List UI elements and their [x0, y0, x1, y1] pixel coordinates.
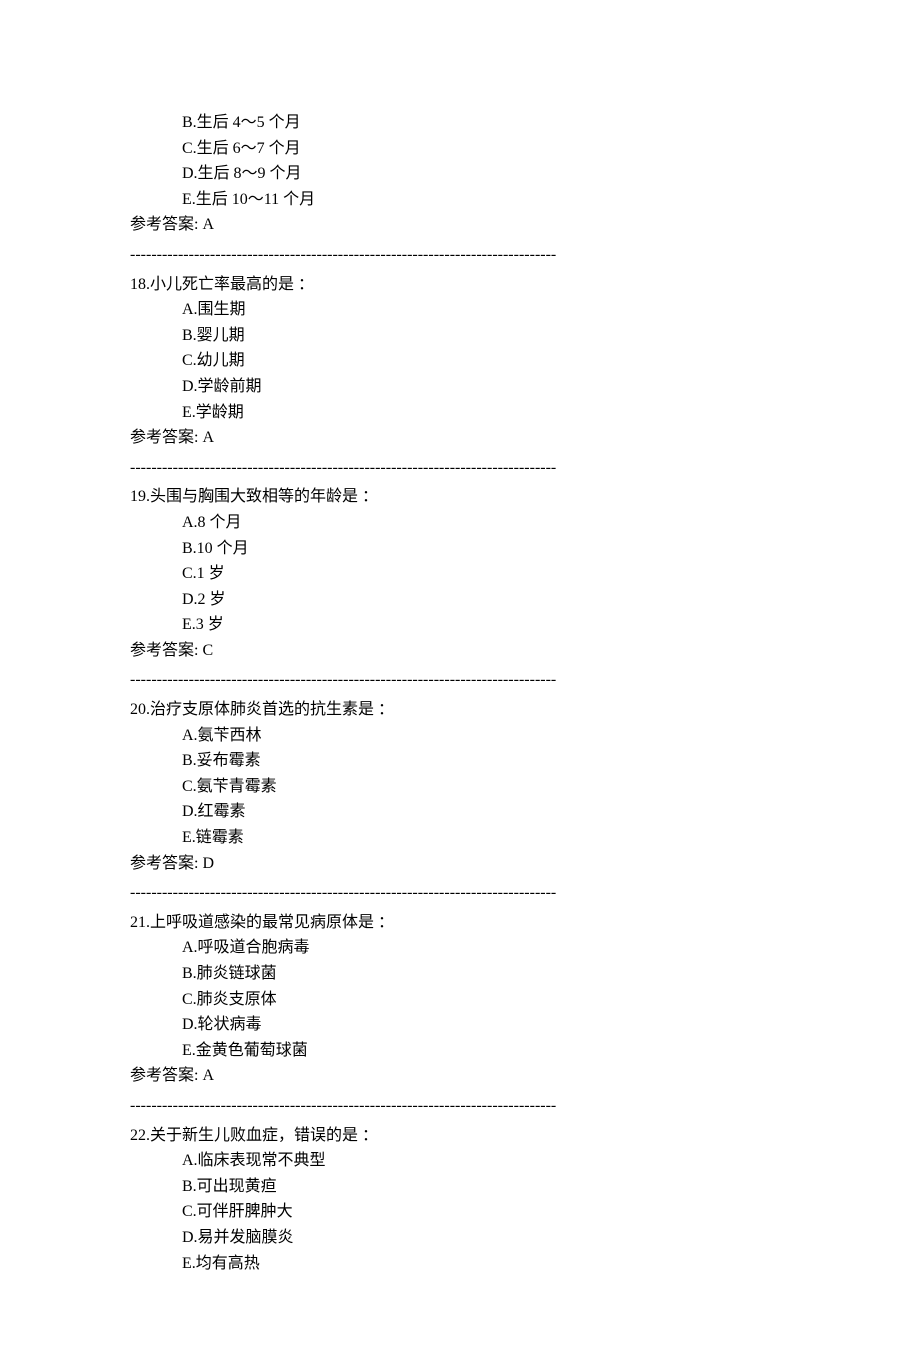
option: C.生后 6～7 个月 [182, 136, 790, 162]
divider: ----------------------------------------… [130, 667, 790, 693]
answer-label: 参考答案: [130, 429, 202, 446]
option: D.轮状病毒 [182, 1012, 790, 1038]
answer-line: 参考答案: D [130, 851, 790, 877]
answer-value: A [202, 216, 214, 233]
option: E.学龄期 [182, 400, 790, 426]
answer-label: 参考答案: [130, 216, 202, 233]
answer-line: 参考答案: A [130, 425, 790, 451]
answer-line: 参考答案: A [130, 1063, 790, 1089]
option: A.氨苄西林 [182, 723, 790, 749]
answer-label: 参考答案: [130, 1067, 202, 1084]
option: C.肺炎支原体 [182, 987, 790, 1013]
option: A.呼吸道合胞病毒 [182, 935, 790, 961]
question-20: 20.治疗支原体肺炎首选的抗生素是 ： [130, 697, 790, 723]
answer-label: 参考答案: [130, 642, 202, 659]
option: E.3 岁 [182, 612, 790, 638]
option: D.生后 8～9 个月 [182, 161, 790, 187]
option: B.10 个月 [182, 536, 790, 562]
option: B.可出现黄疸 [182, 1174, 790, 1200]
option: D.2 岁 [182, 587, 790, 613]
option: E.均有高热 [182, 1251, 790, 1277]
answer-value: C [202, 642, 213, 659]
option: B.妥布霉素 [182, 748, 790, 774]
option: A.临床表现常不典型 [182, 1148, 790, 1174]
answer-label: 参考答案: [130, 855, 202, 872]
divider: ----------------------------------------… [130, 242, 790, 268]
option: B.婴儿期 [182, 323, 790, 349]
option: A.围生期 [182, 297, 790, 323]
option: B.肺炎链球菌 [182, 961, 790, 987]
option: E.链霉素 [182, 825, 790, 851]
option: D.红霉素 [182, 799, 790, 825]
answer-line: 参考答案: A [130, 212, 790, 238]
option: D.易并发脑膜炎 [182, 1225, 790, 1251]
question-18: 18.小儿死亡率最高的是 ： [130, 272, 790, 298]
option: C.1 岁 [182, 561, 790, 587]
page: B.生后 4～5 个月 C.生后 6～7 个月 D.生后 8～9 个月 E.生后… [0, 0, 920, 1356]
answer-value: D [202, 855, 214, 872]
option: C.幼儿期 [182, 348, 790, 374]
option: E.金黄色葡萄球菌 [182, 1038, 790, 1064]
option: C.可伴肝脾肿大 [182, 1199, 790, 1225]
option: B.生后 4～5 个月 [182, 110, 790, 136]
divider: ----------------------------------------… [130, 455, 790, 481]
question-22: 22.关于新生儿败血症，错误的是 ： [130, 1123, 790, 1149]
option: D.学龄前期 [182, 374, 790, 400]
answer-value: A [202, 1067, 214, 1084]
answer-value: A [202, 429, 214, 446]
divider: ----------------------------------------… [130, 1093, 790, 1119]
answer-line: 参考答案: C [130, 638, 790, 664]
option: C.氨苄青霉素 [182, 774, 790, 800]
question-21: 21.上呼吸道感染的最常见病原体是 ： [130, 910, 790, 936]
option: A.8 个月 [182, 510, 790, 536]
divider: ----------------------------------------… [130, 880, 790, 906]
option: E.生后 10～11 个月 [182, 187, 790, 213]
question-19: 19.头围与胸围大致相等的年龄是 ： [130, 484, 790, 510]
